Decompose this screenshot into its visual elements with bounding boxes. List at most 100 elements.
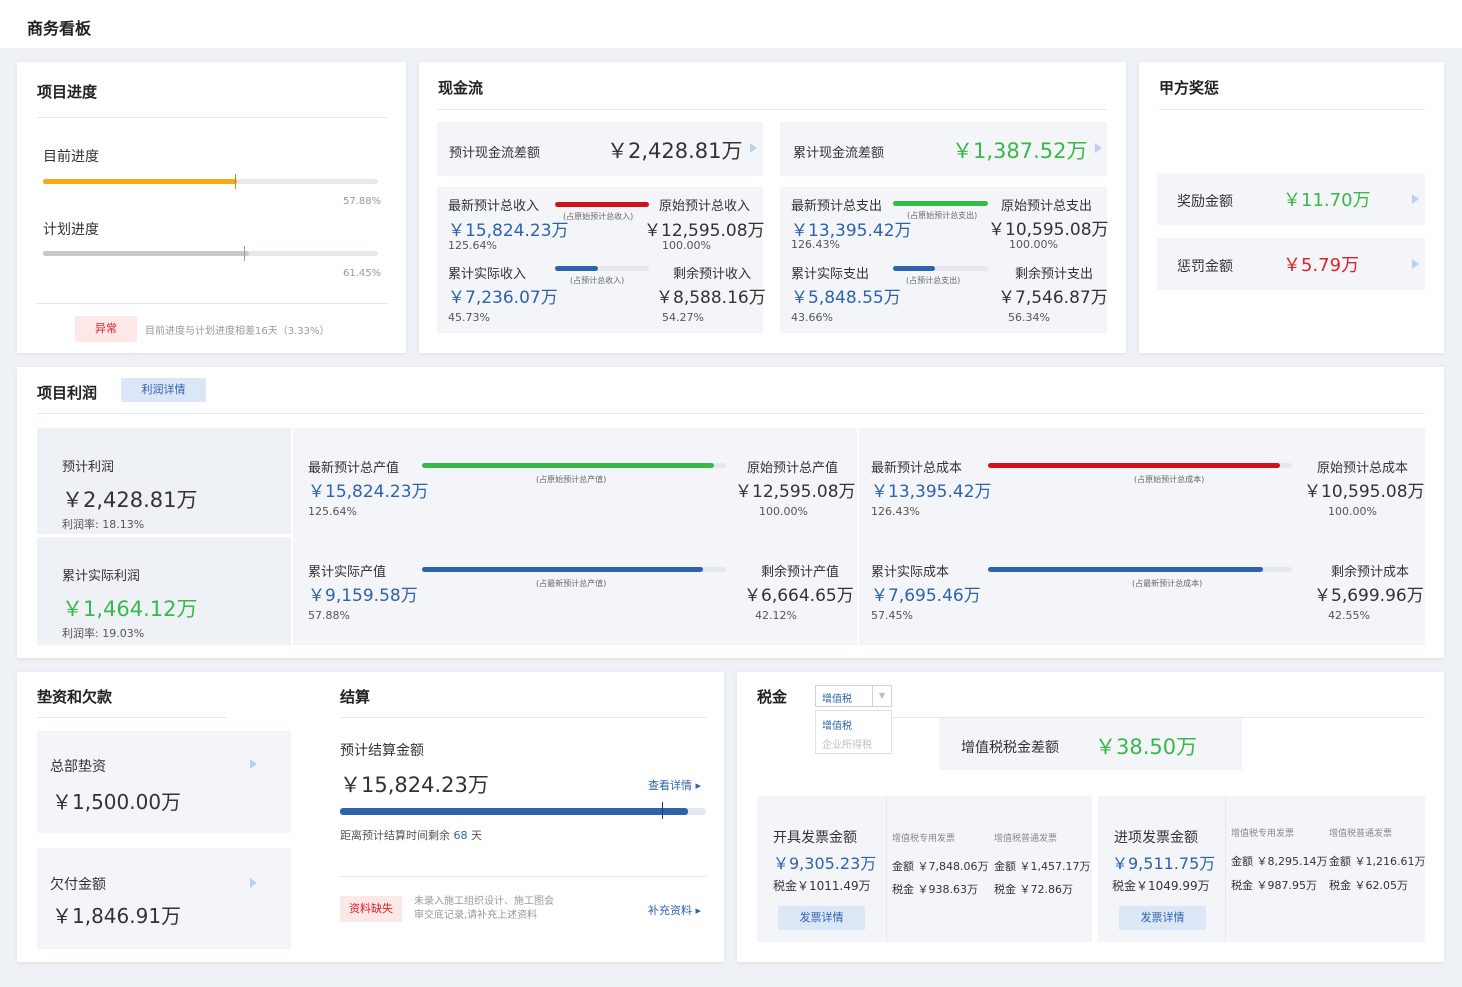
actual-profit-value: ￥1,464.12万 bbox=[62, 597, 198, 621]
latest-cost-value: ￥13,395.42万 bbox=[871, 482, 992, 502]
tax-option-income[interactable]: 企业所得税 bbox=[822, 736, 872, 751]
remain-income-value: ￥8,588.16万 bbox=[656, 288, 766, 308]
divider bbox=[37, 303, 388, 304]
reward-title: 甲方奖惩 bbox=[1159, 79, 1220, 97]
actual-output-value: ￥9,159.58万 bbox=[308, 586, 418, 606]
orig-expense-label: 原始预计总支出 bbox=[1001, 199, 1093, 214]
hq-advance-box[interactable] bbox=[37, 731, 291, 833]
orig-cost-label: 原始预计总成本 bbox=[1317, 461, 1409, 476]
latest-output-note: (占原始预计总产值) bbox=[536, 475, 607, 484]
orig-expense-pct: 100.00% bbox=[1009, 238, 1058, 251]
plan-progress-label: 计划进度 bbox=[43, 222, 99, 238]
latest-income-pct: 125.64% bbox=[448, 239, 497, 252]
vat-diff-label: 增值税税金差额 bbox=[961, 740, 1059, 756]
arrow-right-icon[interactable] bbox=[250, 878, 257, 888]
vat-diff-value: ￥38.50万 bbox=[1095, 735, 1198, 759]
actual-expense-bar-note: (占预计总支出) bbox=[906, 276, 961, 285]
actual-expense-bar bbox=[893, 266, 988, 271]
penalty-label: 惩罚金额 bbox=[1177, 259, 1233, 275]
arrow-right-icon[interactable] bbox=[1412, 259, 1419, 269]
incoming-col2-amount: 金额 ￥1,216.61万 bbox=[1329, 855, 1426, 868]
owed-box[interactable] bbox=[37, 848, 291, 949]
expected-profit-rate: 利润率: 18.13% bbox=[62, 518, 145, 531]
plan-progress-pct: 61.45% bbox=[343, 268, 382, 279]
issued-value: ￥9,305.23万 bbox=[773, 854, 877, 873]
tax-type-select[interactable]: 增值税 ▼ bbox=[815, 685, 892, 707]
cumulative-cashflow-label: 累计现金流差额 bbox=[793, 146, 885, 161]
income-bar-note: (占原始预计总收入) bbox=[563, 212, 634, 221]
arrow-right-icon[interactable] bbox=[250, 759, 257, 769]
incoming-invoice-detail-button[interactable]: 发票详情 bbox=[1119, 906, 1206, 930]
issued-col1-tax: 税金 ￥938.63万 bbox=[892, 883, 978, 896]
cumulative-cashflow-value: ￥1,387.52万 bbox=[952, 139, 1088, 163]
remain-output-pct: 42.12% bbox=[755, 609, 797, 622]
incoming-label: 进项发票金额 bbox=[1114, 830, 1198, 846]
current-progress-bar bbox=[43, 179, 378, 184]
latest-output-pct: 125.64% bbox=[308, 505, 357, 518]
remain-output-label: 剩余预计产值 bbox=[761, 565, 840, 580]
issued-tax: 税金￥1011.49万 bbox=[773, 879, 871, 893]
plan-progress-fill bbox=[43, 251, 249, 256]
remain-expense-pct: 56.34% bbox=[1008, 311, 1050, 324]
actual-expense-label: 累计实际支出 bbox=[791, 267, 870, 282]
arrow-right-icon[interactable] bbox=[750, 143, 757, 153]
latest-cost-label: 最新预计总成本 bbox=[871, 461, 963, 476]
settle-amount-label: 预计结算金额 bbox=[340, 743, 424, 759]
incoming-divider bbox=[1225, 796, 1226, 942]
incoming-tax: 税金￥1049.99万 bbox=[1112, 879, 1210, 893]
orig-income-label: 原始预计总收入 bbox=[659, 199, 751, 214]
divider bbox=[37, 117, 388, 118]
plan-progress-bar bbox=[43, 251, 378, 256]
penalty-value: ￥5.79万 bbox=[1283, 255, 1360, 276]
expected-profit-value: ￥2,428.81万 bbox=[62, 488, 198, 512]
orig-output-label: 原始预计总产值 bbox=[747, 461, 839, 476]
owed-value: ￥1,846.91万 bbox=[52, 904, 182, 928]
orig-output-pct: 100.00% bbox=[759, 505, 808, 518]
cashflow-title: 现金流 bbox=[438, 79, 484, 97]
settle-progress-bar bbox=[340, 808, 706, 815]
incoming-col2-head: 增值税普通发票 bbox=[1329, 829, 1393, 839]
settle-title: 结算 bbox=[340, 688, 371, 706]
actual-income-bar bbox=[555, 266, 649, 271]
hq-advance-label: 总部垫资 bbox=[50, 759, 106, 775]
supplement-link[interactable]: 补充资料 ▸ bbox=[648, 902, 701, 918]
latest-cost-pct: 126.43% bbox=[871, 505, 920, 518]
income-bar bbox=[555, 202, 649, 207]
latest-output-bar bbox=[422, 463, 726, 468]
profit-title: 项目利润 bbox=[37, 384, 98, 402]
latest-cost-note: (占原始预计总成本) bbox=[1134, 475, 1205, 484]
tax-title: 税金 bbox=[757, 688, 788, 706]
incoming-col1-head: 增值税专用发票 bbox=[1231, 829, 1295, 839]
incoming-col1-tax: 税金 ￥987.95万 bbox=[1231, 879, 1317, 892]
latest-cost-bar bbox=[988, 463, 1292, 468]
latest-output-value: ￥15,824.23万 bbox=[308, 482, 429, 502]
orig-income-pct: 100.00% bbox=[662, 239, 711, 252]
plan-progress-marker bbox=[244, 246, 245, 261]
actual-cost-label: 累计实际成本 bbox=[871, 565, 950, 580]
profit-detail-button[interactable]: 利润详情 bbox=[121, 378, 206, 402]
arrow-right-icon[interactable] bbox=[1412, 194, 1419, 204]
remain-output-value: ￥6,664.65万 bbox=[744, 586, 854, 606]
issued-col2-amount: 金额 ￥1,457.17万 bbox=[994, 860, 1091, 873]
orig-output-value: ￥12,595.08万 bbox=[735, 482, 856, 502]
advance-title: 垫资和欠款 bbox=[37, 688, 113, 706]
remain-expense-value: ￥7,546.87万 bbox=[998, 288, 1108, 308]
remain-cost-label: 剩余预计成本 bbox=[1331, 565, 1410, 580]
expected-cashflow-label: 预计现金流差额 bbox=[449, 146, 541, 161]
page-header bbox=[0, 0, 1462, 48]
arrow-right-icon[interactable] bbox=[1095, 143, 1102, 153]
page-title: 商务看板 bbox=[27, 19, 92, 38]
tax-option-vat[interactable]: 增值税 bbox=[822, 717, 852, 732]
issued-col2-tax: 税金 ￥72.86万 bbox=[994, 883, 1073, 896]
issued-invoice-detail-button[interactable]: 发票详情 bbox=[778, 906, 865, 930]
incoming-col2-tax: 税金 ￥62.05万 bbox=[1329, 879, 1408, 892]
actual-output-pct: 57.88% bbox=[308, 609, 350, 622]
settle-remain-text: 距离预计结算时间剩余 68 天 bbox=[340, 829, 482, 842]
actual-output-note: (占最新预计总产值) bbox=[536, 579, 607, 588]
settle-view-link[interactable]: 查看详情 ▸ bbox=[648, 777, 701, 793]
actual-income-pct: 45.73% bbox=[448, 311, 490, 324]
actual-cost-bar bbox=[988, 567, 1292, 572]
hq-advance-value: ￥1,500.00万 bbox=[52, 790, 182, 814]
orig-expense-value: ￥10,595.08万 bbox=[988, 220, 1109, 240]
expense-bar-note: (占原始预计总支出) bbox=[907, 211, 978, 220]
